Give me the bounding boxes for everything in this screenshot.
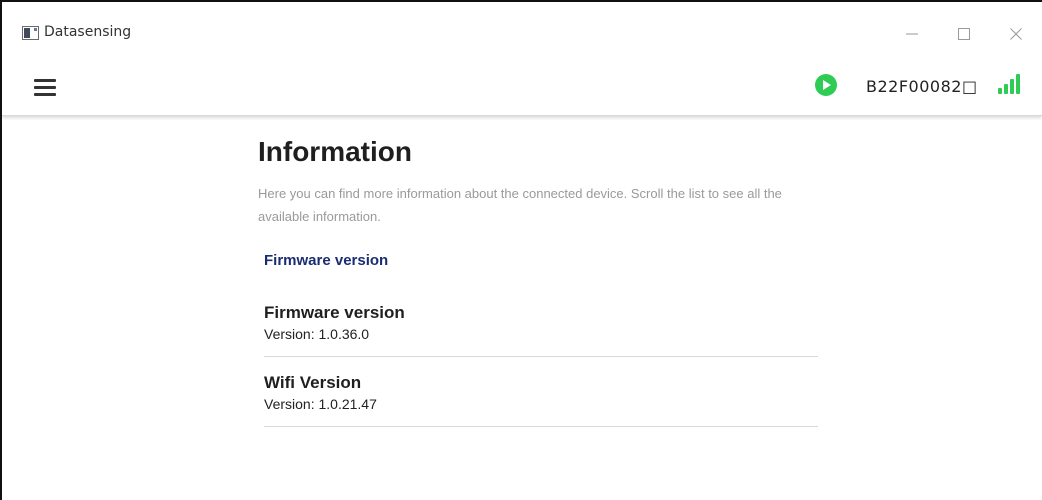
app-toolbar: B22F00082□: [2, 58, 1042, 116]
app-window: Datasensing B22F00082□ Information Here …: [0, 0, 1042, 500]
minimize-button[interactable]: [898, 20, 926, 48]
close-button[interactable]: [1002, 20, 1030, 48]
section-header-firmware: Firmware version: [264, 252, 389, 269]
device-id-label: B22F00082□: [866, 77, 978, 96]
information-panel: Information Here you can find more infor…: [258, 136, 818, 427]
page-description: Here you can find more information about…: [258, 186, 782, 224]
hamburger-menu-icon[interactable]: [34, 78, 58, 96]
play-icon[interactable]: [815, 74, 837, 96]
list-item-wifi-version[interactable]: Wifi Version Version: 1.0.21.47: [264, 373, 818, 427]
close-icon: [1010, 28, 1022, 40]
app-icon: [22, 26, 39, 40]
title-bar: Datasensing: [2, 2, 1042, 58]
minimize-icon: [906, 33, 918, 35]
list-item-firmware-version[interactable]: Firmware version Version: 1.0.36.0: [264, 303, 818, 357]
maximize-icon: [958, 28, 970, 40]
signal-strength-icon: [998, 74, 1024, 94]
maximize-button[interactable]: [950, 20, 978, 48]
item-value: Version: 1.0.36.0: [264, 326, 370, 342]
item-value: Version: 1.0.21.47: [264, 396, 377, 412]
item-title: Firmware version: [264, 303, 405, 322]
item-title: Wifi Version: [264, 373, 362, 392]
page-title: Information: [258, 136, 412, 167]
window-title: Datasensing: [44, 24, 132, 40]
